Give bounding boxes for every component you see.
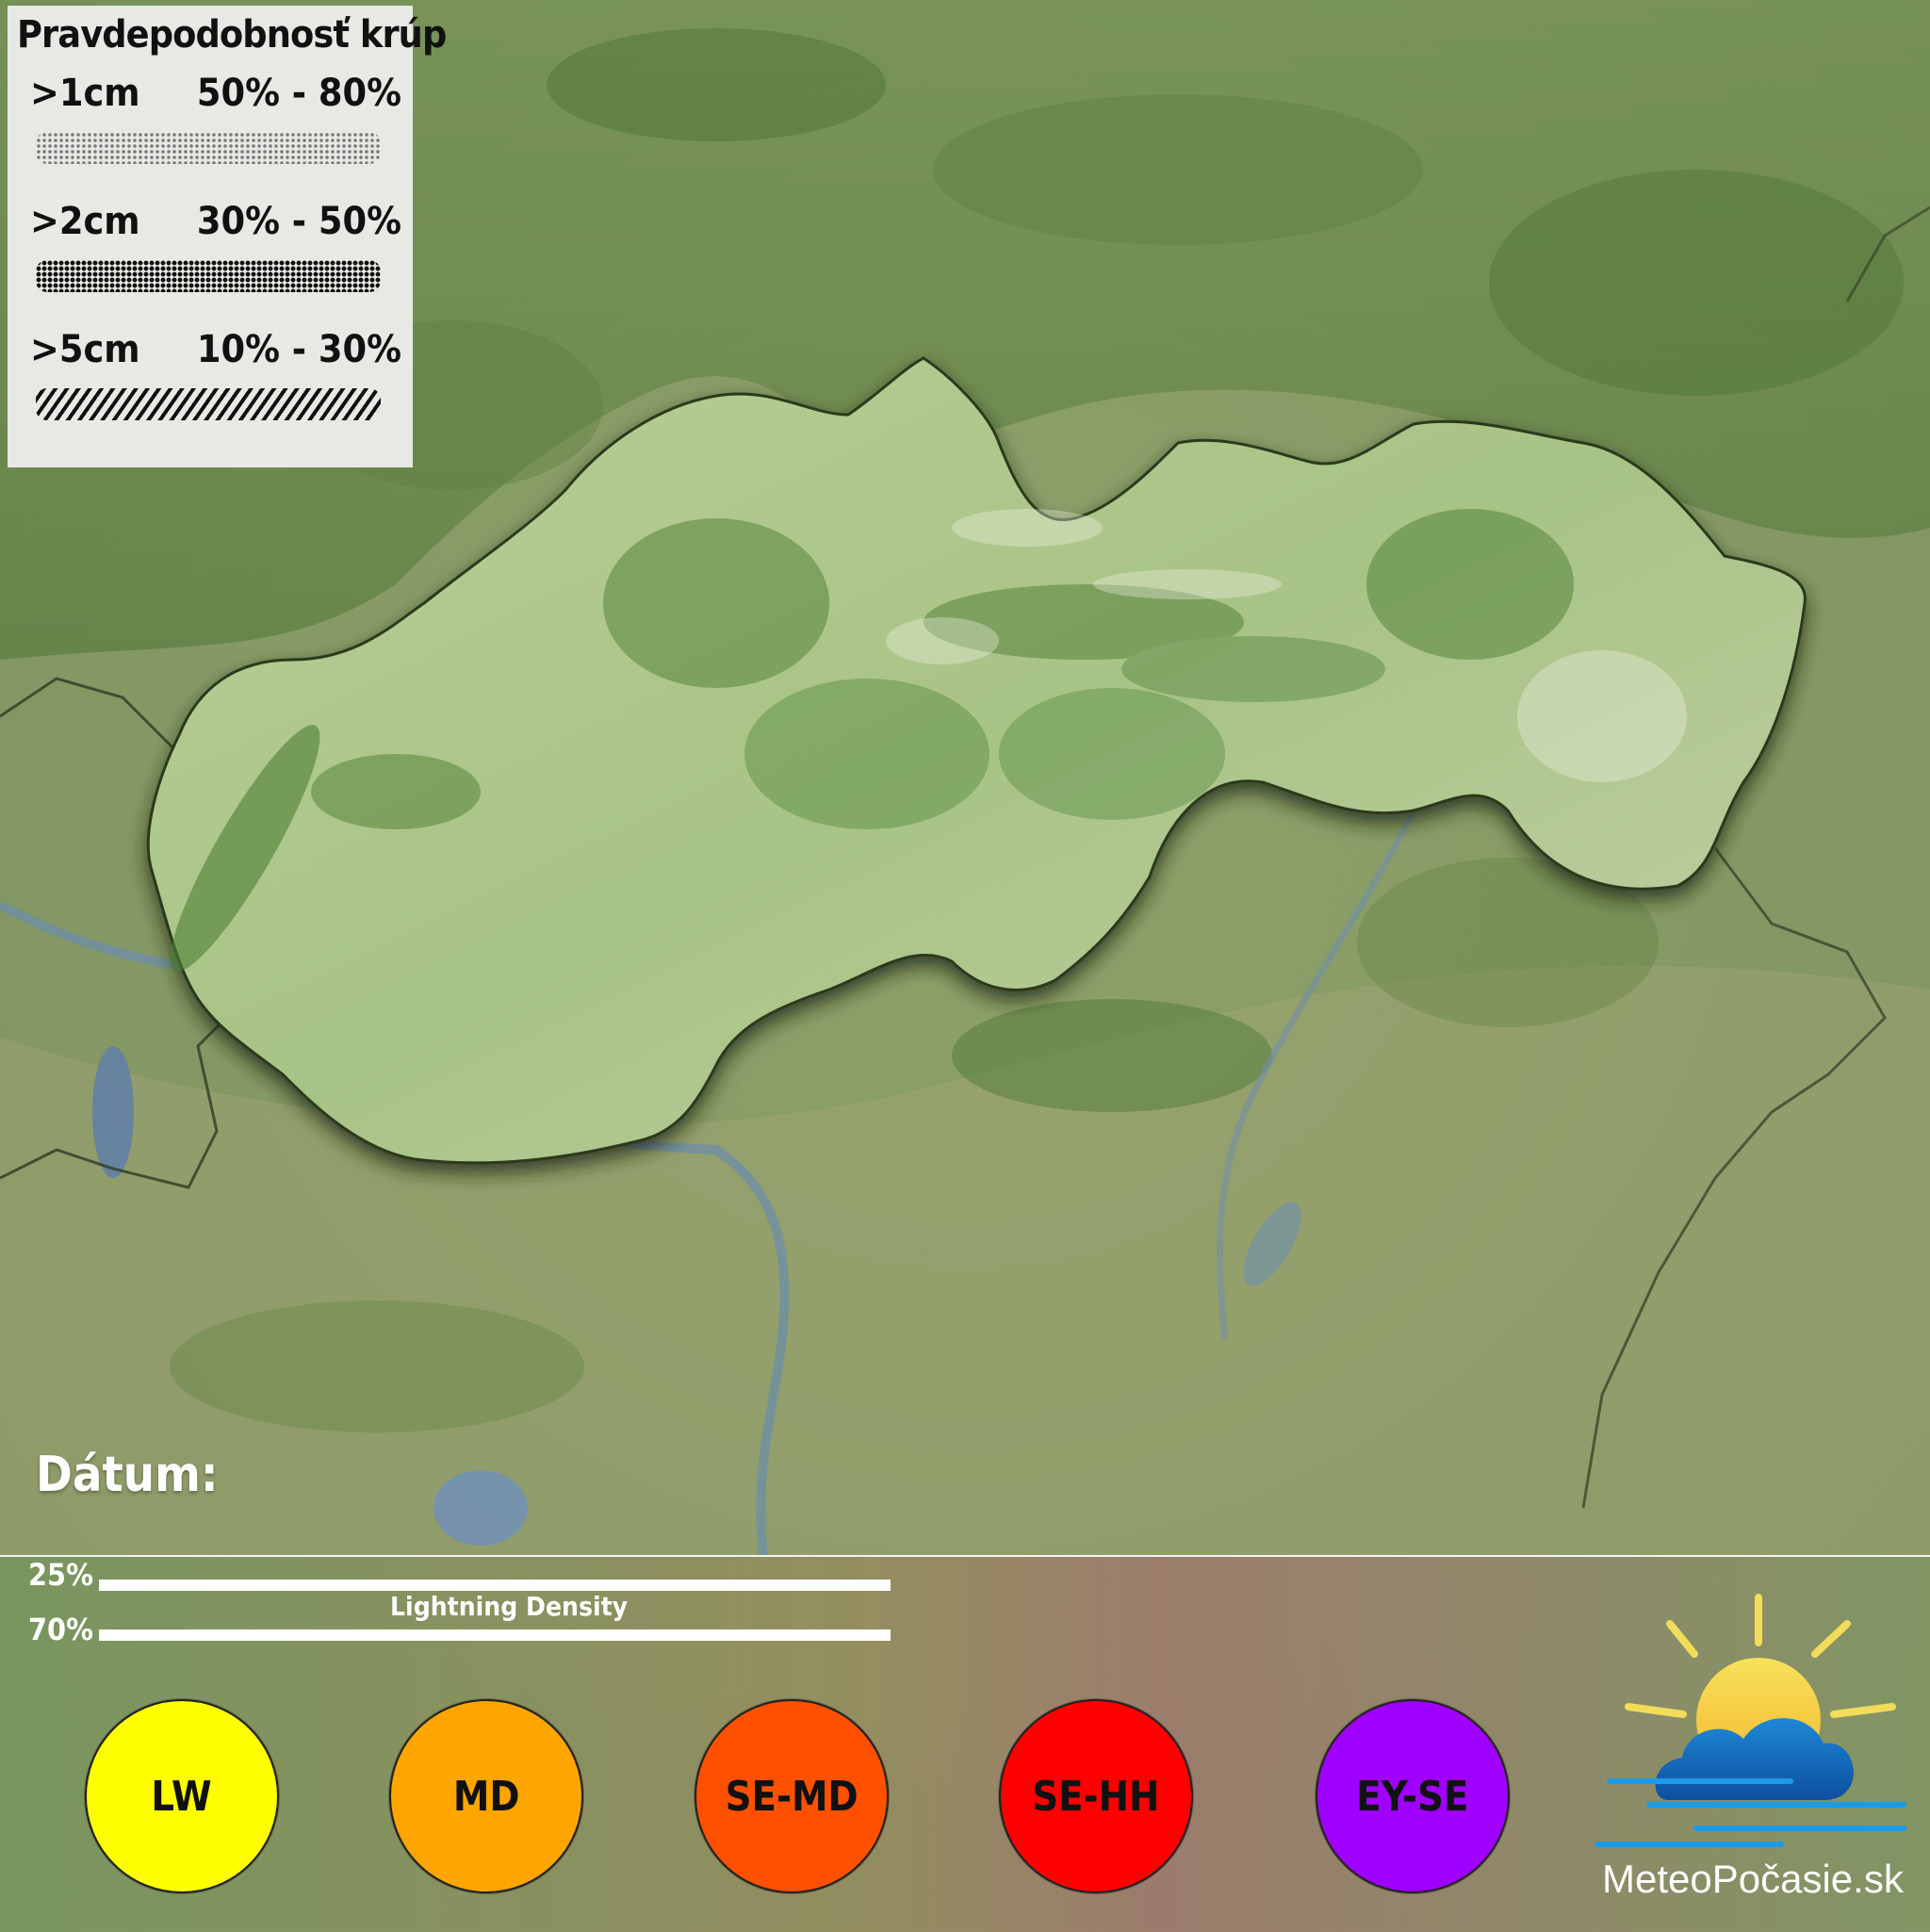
level-code: LW	[151, 1772, 213, 1821]
legend-size: >1cm	[30, 72, 140, 115]
lightning-bar-low	[99, 1580, 891, 1591]
dense-dots-swatch	[36, 260, 381, 292]
level-lw: LW	[85, 1699, 279, 1893]
lightning-threshold-low: 25%	[28, 1557, 93, 1593]
level-code: SE-HH	[1032, 1772, 1160, 1821]
lightning-bar-high	[99, 1629, 891, 1641]
brand-name: MeteoPočasie.sk	[1602, 1857, 1904, 1901]
legend-title: Pravdepodobnosť krúp	[17, 13, 447, 57]
date-label: Dátum:	[36, 1447, 219, 1503]
level-se-hh: SE-HH	[999, 1699, 1193, 1893]
lightning-density-label: Lightning Density	[390, 1591, 629, 1622]
level-md: MD	[389, 1699, 583, 1893]
level-ey-se: EY-SE	[1316, 1699, 1510, 1893]
legend-size: >2cm	[30, 200, 140, 243]
level-code: EY-SE	[1356, 1772, 1469, 1821]
legend-range: 50% - 80%	[196, 72, 401, 115]
legend-size: >5cm	[30, 328, 140, 371]
legend-range: 10% - 30%	[196, 328, 401, 371]
sun-cloud-icon	[1595, 1594, 1906, 1847]
legend-range: 30% - 50%	[196, 200, 401, 243]
fine-dots-swatch	[36, 132, 381, 164]
level-code: SE-MD	[725, 1772, 859, 1821]
level-se-md: SE-MD	[695, 1699, 889, 1893]
diagonal-hatch-swatch	[36, 388, 381, 420]
lightning-threshold-high: 70%	[28, 1612, 93, 1647]
hail-legend: Pravdepodobnosť krúp >1cm 50% - 80% >2cm…	[8, 6, 447, 467]
level-code: MD	[452, 1772, 520, 1821]
